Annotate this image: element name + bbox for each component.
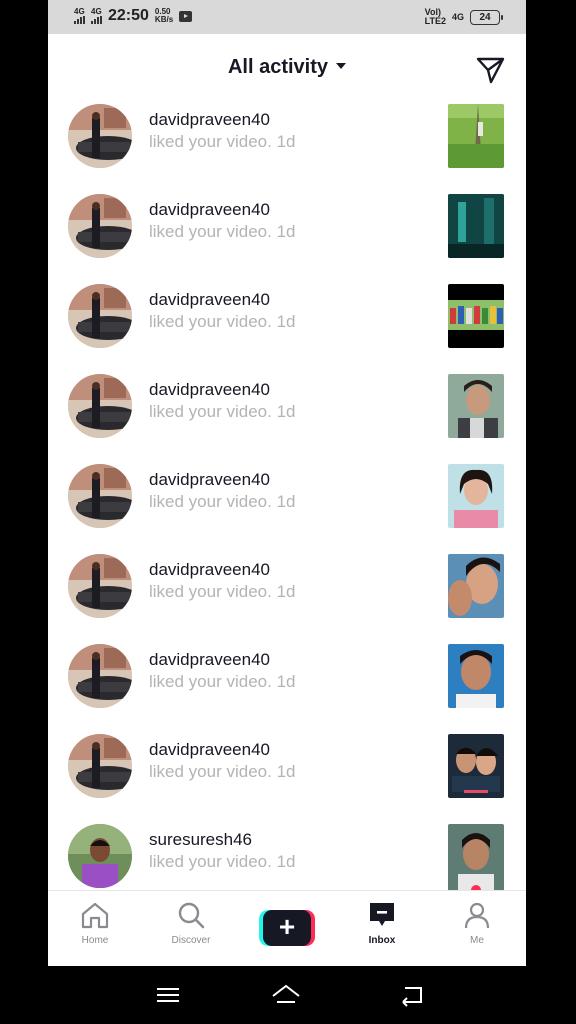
tab-inbox-label: Inbox [368, 935, 396, 946]
tab-me-label: Me [470, 935, 484, 946]
inbox-icon [370, 903, 394, 926]
tab-discover-label: Discover [171, 935, 211, 946]
activity-filter-dropdown[interactable]: All activity [48, 56, 526, 79]
activity-item[interactable]: davidpraveen40 liked your video. 1d [48, 190, 526, 280]
caret-down-icon [336, 62, 347, 69]
system-navigation-bar [0, 966, 576, 1024]
video-thumbnail[interactable] [448, 554, 504, 618]
back-icon[interactable] [397, 982, 427, 1008]
media-notification-icon [179, 10, 193, 22]
activity-item[interactable]: davidpraveen40 liked your video. 1d [48, 460, 526, 550]
tab-me[interactable]: Me [439, 901, 515, 961]
username[interactable]: davidpraveen40 [149, 290, 270, 310]
page-title: All activity [227, 56, 329, 78]
inbox-header: All activity [48, 34, 526, 100]
avatar[interactable] [68, 734, 132, 798]
username[interactable]: davidpraveen40 [149, 200, 270, 220]
video-thumbnail[interactable] [448, 464, 504, 528]
status-right: Vol) LTE2 4G 24 [424, 7, 503, 26]
username[interactable]: davidpraveen40 [149, 380, 270, 400]
tab-discover[interactable]: Discover [153, 901, 229, 961]
avatar[interactable] [68, 104, 132, 168]
tab-inbox[interactable]: Inbox [344, 901, 420, 961]
volte-icon: Vol) LTE2 [424, 7, 446, 26]
search-icon [178, 902, 205, 929]
activity-item[interactable]: davidpraveen40 liked your video. 1d [48, 370, 526, 460]
signal-3-icon: 4G [451, 12, 464, 22]
activity-text: liked your video. 1d [149, 402, 296, 421]
profile-icon [464, 902, 490, 929]
activity-item[interactable]: davidpraveen40 liked your video. 1d [48, 280, 526, 370]
username[interactable]: davidpraveen40 [149, 650, 270, 670]
activity-text: liked your video. 1d [149, 582, 296, 601]
avatar[interactable] [68, 194, 132, 258]
activity-item[interactable]: davidpraveen40 liked your video. 1d [48, 640, 526, 730]
video-thumbnail[interactable] [448, 284, 504, 348]
video-thumbnail[interactable] [448, 374, 504, 438]
avatar[interactable] [68, 554, 132, 618]
status-left: 4G 4G 22:50 0.50 KB/s [74, 7, 193, 25]
app-screen: 4G 4G 22:50 0.50 KB/s Vol) LTE2 4G 24 Al… [48, 0, 526, 966]
video-thumbnail[interactable] [448, 644, 504, 708]
activity-text: liked your video. 1d [149, 672, 296, 691]
home-button-icon[interactable] [271, 982, 301, 1008]
username[interactable]: suresuresh46 [149, 830, 252, 850]
activity-text: liked your video. 1d [149, 762, 296, 781]
status-bar: 4G 4G 22:50 0.50 KB/s Vol) LTE2 4G 24 [48, 0, 526, 34]
direct-message-icon[interactable] [474, 54, 506, 86]
activity-text: liked your video. 1d [149, 852, 296, 871]
username[interactable]: davidpraveen40 [149, 470, 270, 490]
activity-item[interactable]: davidpraveen40 liked your video. 1d [48, 100, 526, 190]
activity-text: liked your video. 1d [149, 132, 296, 151]
bottom-navigation: Home Discover + Inbox Me [48, 890, 526, 966]
activity-item[interactable]: davidpraveen40 liked your video. 1d [48, 730, 526, 820]
avatar[interactable] [68, 464, 132, 528]
video-thumbnail[interactable] [448, 734, 504, 798]
video-thumbnail[interactable] [448, 194, 504, 258]
video-thumbnail[interactable] [448, 824, 504, 890]
activity-item[interactable]: davidpraveen40 liked your video. 1d [48, 550, 526, 640]
activity-text: liked your video. 1d [149, 492, 296, 511]
signal-2-icon: 4G [91, 8, 102, 24]
battery-icon: 24 [470, 9, 503, 25]
activity-item[interactable]: suresuresh46 liked your video. 1d [48, 820, 526, 890]
tab-home-label: Home [81, 935, 109, 946]
avatar[interactable] [68, 374, 132, 438]
activity-text: liked your video. 1d [149, 312, 296, 331]
plus-icon: + [263, 910, 311, 946]
tab-home[interactable]: Home [57, 901, 133, 961]
activity-text: liked your video. 1d [149, 222, 296, 241]
signal-1-icon: 4G [74, 8, 85, 24]
create-video-button[interactable]: + [259, 910, 315, 946]
menu-icon[interactable] [153, 982, 183, 1008]
avatar[interactable] [68, 284, 132, 348]
video-thumbnail[interactable] [448, 104, 504, 168]
username[interactable]: davidpraveen40 [149, 560, 270, 580]
network-speed: 0.50 KB/s [154, 7, 174, 24]
avatar[interactable] [68, 824, 132, 888]
home-icon [81, 902, 109, 929]
status-time: 22:50 [108, 7, 149, 24]
activity-list[interactable]: davidpraveen40 liked your video. 1d davi… [48, 100, 526, 890]
avatar[interactable] [68, 644, 132, 708]
username[interactable]: davidpraveen40 [149, 740, 270, 760]
username[interactable]: davidpraveen40 [149, 110, 270, 130]
